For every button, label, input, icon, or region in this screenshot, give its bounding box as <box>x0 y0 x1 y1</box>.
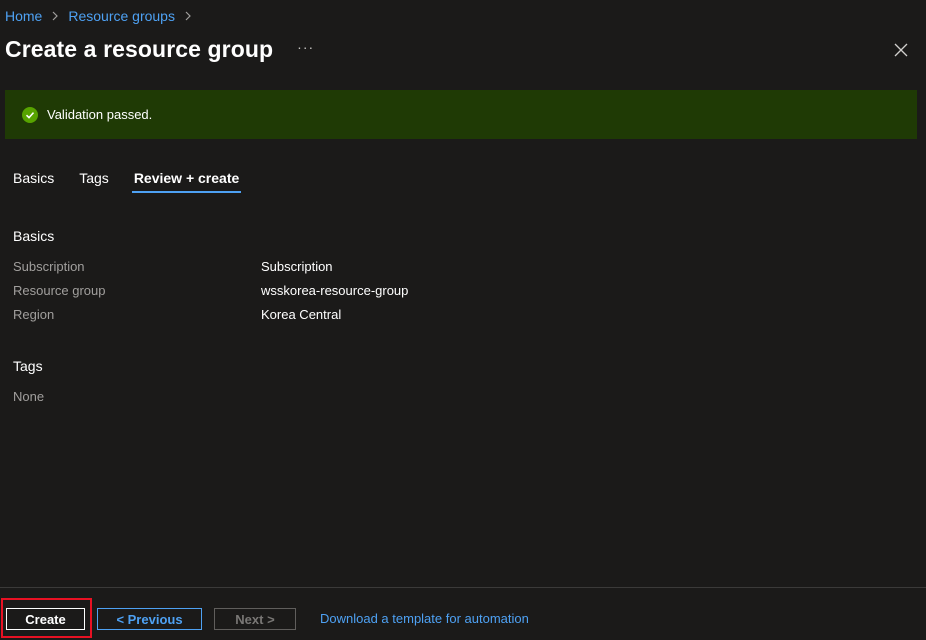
summary-value: Korea Central <box>261 307 342 322</box>
breadcrumb-resource-groups-link[interactable]: Resource groups <box>68 8 175 24</box>
more-options-icon[interactable]: ··· <box>297 39 314 55</box>
section-title: Tags <box>13 358 43 374</box>
tab-review-create[interactable]: Review + create <box>131 170 242 193</box>
summary-key: Resource group <box>13 283 106 298</box>
summary-row-subscription: Subscription Subscription <box>13 259 613 274</box>
download-template-link[interactable]: Download a template for automation <box>320 611 529 626</box>
summary-value: wsskorea-resource-group <box>261 283 409 298</box>
chevron-right-icon <box>185 11 191 21</box>
summary-row-region: Region Korea Central <box>13 307 613 322</box>
breadcrumb-home-link[interactable]: Home <box>5 8 42 24</box>
close-icon[interactable] <box>893 42 909 58</box>
next-button: Next > <box>214 608 296 630</box>
page-title: Create a resource group <box>5 36 274 62</box>
section-title: Basics <box>13 228 55 244</box>
create-button[interactable]: Create <box>6 608 85 630</box>
summary-row-resource-group: Resource group wsskorea-resource-group <box>13 283 613 298</box>
tab-basics[interactable]: Basics <box>13 170 54 193</box>
footer-divider <box>0 587 926 588</box>
previous-button[interactable]: < Previous <box>97 608 202 630</box>
tags-section-title: Tags <box>13 358 43 376</box>
summary-key: Region <box>13 307 55 322</box>
check-circle-icon <box>22 106 38 123</box>
breadcrumb: Home Resource groups <box>5 8 201 24</box>
tab-tags[interactable]: Tags <box>79 170 109 193</box>
tab-bar: Basics Tags Review + create <box>13 170 266 193</box>
validation-banner: Validation passed. <box>5 90 917 139</box>
basics-section-title: Basics <box>13 228 54 246</box>
title-row: Create a resource group ··· <box>5 36 314 63</box>
tags-none-text: None <box>13 389 45 404</box>
summary-key: Subscription <box>13 259 85 274</box>
chevron-right-icon <box>52 11 59 21</box>
validation-message: Validation passed. <box>47 107 153 122</box>
summary-value: Subscription <box>261 259 333 274</box>
